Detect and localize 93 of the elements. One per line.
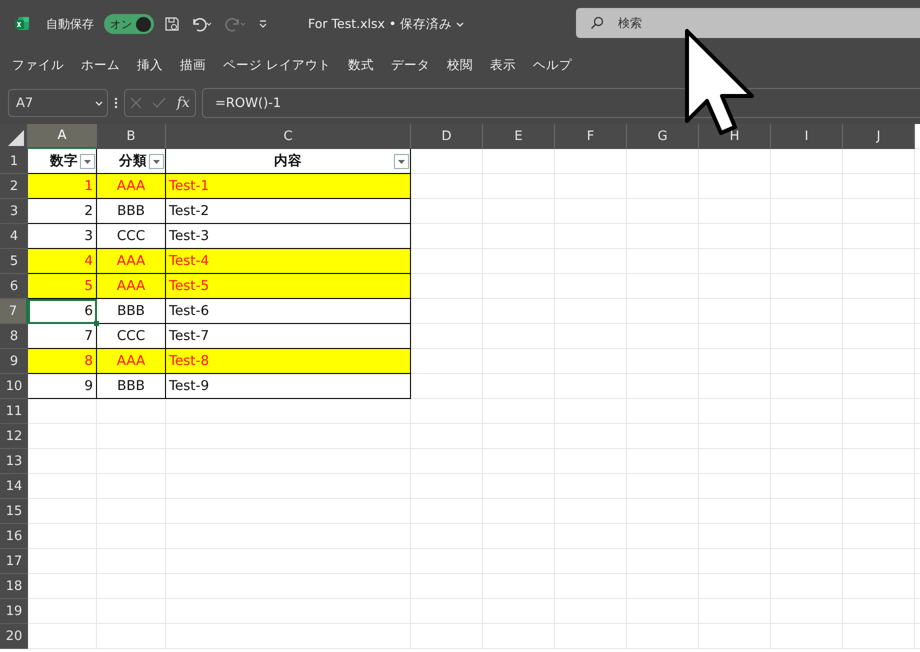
row-header[interactable]: 7 <box>0 299 28 324</box>
menu-tab[interactable]: ホーム <box>81 56 120 74</box>
spreadsheet-logo-icon <box>14 16 30 32</box>
menu-tab[interactable]: 数式 <box>348 56 374 74</box>
row-header[interactable]: 3 <box>0 199 28 224</box>
menu-tab[interactable]: ページ レイアウト <box>223 56 331 74</box>
check-icon[interactable] <box>152 97 166 109</box>
column-header[interactable]: C <box>166 124 411 149</box>
menu-tab[interactable]: ファイル <box>12 56 64 74</box>
table-cell: Test-4 <box>166 249 411 274</box>
chevron-down-icon <box>456 22 464 26</box>
save-icon[interactable] <box>164 16 180 32</box>
row-header[interactable]: 11 <box>0 399 28 424</box>
table-cell: AAA <box>97 249 166 274</box>
select-all-icon[interactable] <box>8 130 24 146</box>
autosave-label: 自動保存 <box>46 16 94 32</box>
table-cell: BBB <box>97 374 166 399</box>
table-cell: CCC <box>97 324 166 349</box>
table-cell: CCC <box>97 224 166 249</box>
chevron-down-icon <box>95 100 103 106</box>
filter-caret-icon <box>84 160 91 164</box>
menu-tab[interactable]: データ <box>390 56 430 74</box>
table-cell: 6 <box>28 299 97 324</box>
table-cell: AAA <box>97 174 166 199</box>
filter-button[interactable] <box>394 154 409 169</box>
row-header[interactable]: 8 <box>0 324 28 349</box>
row-header[interactable]: 18 <box>0 574 28 599</box>
column-header[interactable]: I <box>771 124 843 149</box>
column-header[interactable]: A <box>28 124 97 149</box>
column-header[interactable]: B <box>97 124 166 149</box>
table-cell: 1 <box>28 174 97 199</box>
table-cell: Test-5 <box>166 274 411 299</box>
row-header[interactable]: 14 <box>0 474 28 499</box>
row-header[interactable]: 15 <box>0 499 28 524</box>
table-cell: Test-6 <box>166 299 411 324</box>
row-header[interactable]: 20 <box>0 624 28 649</box>
column-title: 分類 <box>97 149 166 174</box>
table-cell: 2 <box>28 199 97 224</box>
column-title: 数字 <box>28 149 97 174</box>
column-header[interactable]: D <box>411 124 483 149</box>
table-cell: Test-1 <box>166 174 411 199</box>
row-header[interactable]: 17 <box>0 549 28 574</box>
table-cell: BBB <box>97 299 166 324</box>
column-title: 内容 <box>166 149 411 174</box>
table-cell: 3 <box>28 224 97 249</box>
filter-button[interactable] <box>80 154 95 169</box>
row-header[interactable]: 19 <box>0 599 28 624</box>
table-cell: AAA <box>97 349 166 374</box>
row-header[interactable]: 12 <box>0 424 28 449</box>
row-header[interactable]: 13 <box>0 449 28 474</box>
menu-tab[interactable]: 描画 <box>180 56 206 74</box>
filter-button[interactable] <box>149 154 164 169</box>
table-cell: Test-9 <box>166 374 411 399</box>
formula-field[interactable]: =ROW()-1 <box>202 88 920 118</box>
row-header[interactable]: 5 <box>0 249 28 274</box>
menu-tab[interactable]: 校閲 <box>446 56 473 74</box>
table-cell: Test-2 <box>166 199 411 224</box>
table-cell: 7 <box>28 324 97 349</box>
menu-tab[interactable]: 表示 <box>490 56 516 74</box>
customize-icon[interactable] <box>258 19 268 29</box>
table-cell: 4 <box>28 249 97 274</box>
table-cell: BBB <box>97 199 166 224</box>
table-cell: Test-7 <box>166 324 411 349</box>
column-header[interactable]: E <box>483 124 555 149</box>
column-header[interactable]: G <box>627 124 699 149</box>
search-icon <box>590 16 604 30</box>
row-header[interactable]: 1 <box>0 149 28 174</box>
column-header[interactable]: F <box>555 124 627 149</box>
file-title[interactable]: For Test.xlsx • 保存済み <box>302 14 470 34</box>
search-field[interactable]: 検索 <box>576 8 920 38</box>
row-header[interactable]: 2 <box>0 174 28 199</box>
table-cell: AAA <box>97 274 166 299</box>
table-cell: Test-8 <box>166 349 411 374</box>
row-header[interactable]: 9 <box>0 349 28 374</box>
more-options-icon[interactable] <box>114 96 118 110</box>
insert-function-button[interactable]: fx <box>176 95 190 111</box>
row-header[interactable]: 6 <box>0 274 28 299</box>
autosave-toggle[interactable]: オン <box>104 14 154 34</box>
table-cell: Test-3 <box>166 224 411 249</box>
filter-caret-icon <box>153 160 160 164</box>
row-header[interactable]: 4 <box>0 224 28 249</box>
menu-tab[interactable]: 挿入 <box>137 56 163 74</box>
menu-tab[interactable]: ヘルプ <box>532 56 572 74</box>
table-cell: 5 <box>28 274 97 299</box>
row-header[interactable]: 16 <box>0 524 28 549</box>
fill-handle[interactable] <box>94 321 99 326</box>
table-cell: 8 <box>28 349 97 374</box>
filter-caret-icon <box>398 160 405 164</box>
column-header[interactable]: J <box>843 124 915 149</box>
name-box[interactable]: A7 <box>8 89 108 117</box>
column-header[interactable]: H <box>699 124 771 149</box>
row-header[interactable]: 10 <box>0 374 28 399</box>
table-cell: 9 <box>28 374 97 399</box>
